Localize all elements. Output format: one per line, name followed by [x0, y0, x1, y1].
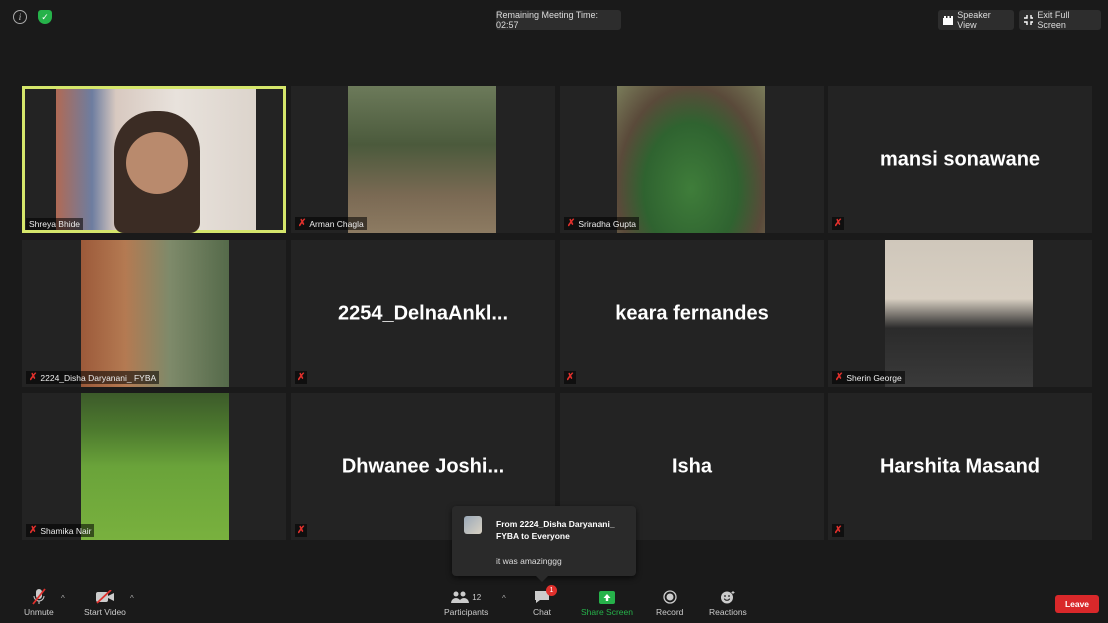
leave-button[interactable]: Leave	[1055, 595, 1099, 613]
info-icon[interactable]: i	[13, 10, 27, 24]
mic-muted-icon: ✗	[29, 525, 38, 536]
record-label: Record	[656, 607, 684, 617]
top-bar: i ✓ Remaining Meeting Time: 02:57 Speake…	[0, 0, 1108, 40]
grid-icon	[943, 15, 954, 25]
smiley-icon	[720, 587, 736, 607]
start-video-label: Start Video	[84, 607, 126, 617]
video-tile-keara[interactable]: keara fernandes ✗	[560, 240, 824, 387]
mic-muted-icon: ✗	[297, 525, 306, 536]
video-tile-sriradha[interactable]: ✗ Sriradha Gupta	[560, 86, 824, 233]
mic-muted-icon: ✗	[29, 372, 38, 383]
speaker-view-label: Speaker View	[957, 10, 991, 30]
chat-unread-badge: 1	[545, 585, 557, 596]
name-label: Sherin George	[846, 372, 902, 383]
chat-notification[interactable]: From 2224_Disha Daryanani_ FYBA to Every…	[452, 506, 636, 582]
share-screen-icon	[598, 587, 615, 607]
participant-name: ✗ Sriradha Gupta	[564, 217, 640, 230]
name-label: 2224_Disha Daryanani_ FYBA	[40, 372, 157, 383]
mic-muted-icon: ✗	[835, 372, 844, 383]
participant-status: ✗	[832, 217, 845, 230]
participant-display-name: 2254_DelnaAnkl...	[337, 302, 509, 324]
name-label: Sriradha Gupta	[578, 218, 637, 229]
chat-sender: From 2224_Disha Daryanani_ FYBA to Every…	[496, 519, 615, 541]
profile-photo	[885, 240, 1033, 387]
speaker-view-button[interactable]: Speaker View	[938, 10, 1014, 30]
mic-muted-icon: ✗	[834, 525, 843, 536]
participant-display-name: keara fernandes	[615, 302, 769, 324]
participants-label: Participants	[444, 607, 489, 617]
video-options-caret[interactable]: ^	[130, 594, 134, 603]
shield-icon[interactable]: ✓	[38, 10, 52, 24]
reactions-label: Reactions	[709, 607, 747, 617]
video-tile-delna[interactable]: 2254_DelnaAnkl... ✗	[291, 240, 555, 387]
record-button[interactable]: Record	[656, 587, 683, 617]
name-label: Shamika Nair	[40, 525, 92, 536]
mic-muted-icon: ✗	[566, 372, 575, 383]
video-tile-shreya[interactable]: Shreya Bhide	[22, 86, 286, 233]
participants-button[interactable]: 12 Participants	[444, 587, 488, 617]
reactions-button[interactable]: Reactions	[709, 587, 747, 617]
start-video-button[interactable]: Start Video	[84, 587, 126, 617]
participants-options-caret[interactable]: ^	[502, 594, 506, 603]
unmute-label: Unmute	[24, 607, 54, 617]
participant-display-name: Harshita Masand	[879, 455, 1041, 477]
participants-icon: 12	[451, 587, 481, 607]
mic-off-icon	[31, 587, 47, 607]
participant-name: ✗ Sherin George	[832, 371, 905, 384]
popup-tail	[536, 576, 548, 582]
video-off-icon	[95, 587, 115, 607]
participant-display-name: Dhwanee Joshi...	[341, 455, 505, 477]
participant-status: ✗	[295, 371, 308, 384]
share-screen-button[interactable]: Share Screen	[581, 587, 633, 617]
participant-name: Shreya Bhide	[26, 218, 84, 230]
participant-display-name: Isha	[671, 455, 713, 477]
profile-photo	[348, 86, 496, 233]
face	[126, 132, 188, 194]
chat-button[interactable]: 1 Chat	[533, 585, 557, 617]
profile-photo	[81, 240, 229, 387]
name-label: Arman Chagla	[309, 218, 364, 229]
video-tile-sherin[interactable]: ✗ Sherin George	[828, 240, 1092, 387]
audio-options-caret[interactable]: ^	[61, 594, 65, 603]
exit-full-screen-label: Exit Full Screen	[1037, 10, 1070, 30]
mic-muted-icon: ✗	[297, 372, 306, 383]
share-screen-label: Share Screen	[581, 607, 633, 617]
video-tile-shamika[interactable]: ✗ Shamika Nair	[22, 393, 286, 540]
participant-name: ✗ Arman Chagla	[295, 217, 367, 230]
video-tile-arman[interactable]: ✗ Arman Chagla	[291, 86, 555, 233]
name-label: Shreya Bhide	[29, 219, 81, 229]
profile-photo	[81, 393, 229, 540]
profile-photo	[617, 86, 765, 233]
exit-fullscreen-icon	[1024, 15, 1034, 25]
participant-name: ✗ Shamika Nair	[26, 524, 95, 537]
participant-status: ✗	[295, 524, 308, 537]
participant-display-name: mansi sonawane	[879, 148, 1041, 170]
video-tile-mansi[interactable]: mansi sonawane ✗	[828, 86, 1092, 233]
participant-name: ✗ 2224_Disha Daryanani_ FYBA	[26, 371, 160, 384]
mic-muted-icon: ✗	[567, 218, 576, 229]
mic-muted-icon: ✗	[834, 218, 843, 229]
participant-count: 12	[472, 592, 482, 602]
sender-avatar	[464, 516, 482, 534]
record-icon	[663, 587, 677, 607]
chat-label: Chat	[533, 607, 551, 617]
meeting-timer: Remaining Meeting Time: 02:57	[496, 10, 621, 30]
unmute-button[interactable]: Unmute	[24, 587, 54, 617]
video-tile-disha[interactable]: ✗ 2224_Disha Daryanani_ FYBA	[22, 240, 286, 387]
participant-status: ✗	[832, 524, 845, 537]
participant-status: ✗	[564, 371, 577, 384]
exit-full-screen-button[interactable]: Exit Full Screen	[1019, 10, 1101, 30]
mic-muted-icon: ✗	[298, 218, 307, 229]
meeting-toolbar: Unmute ^ Start Video ^ 12 Participants ^…	[0, 585, 1108, 623]
video-tile-harshita[interactable]: Harshita Masand ✗	[828, 393, 1092, 540]
chat-icon: 1	[534, 585, 557, 607]
chat-message: it was amazinggg	[496, 556, 562, 566]
